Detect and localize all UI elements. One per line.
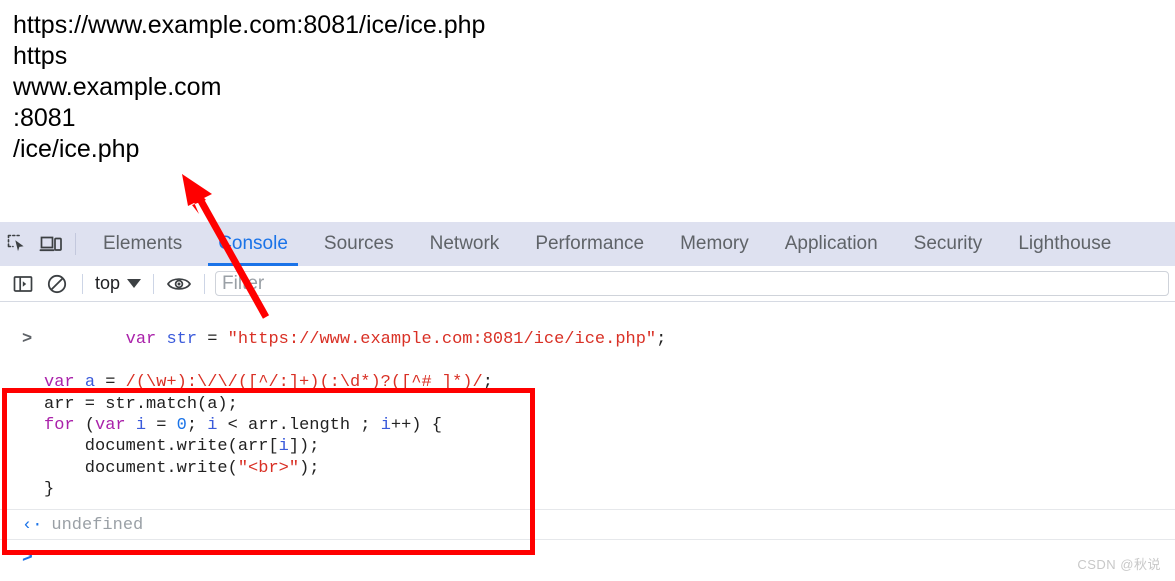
code-token: document.write(: [44, 458, 238, 478]
filter-input[interactable]: [215, 271, 1169, 296]
inspect-element-icon[interactable]: [0, 227, 34, 261]
tab-console[interactable]: Console: [200, 222, 306, 266]
code-token: =: [197, 330, 228, 350]
tab-lighthouse[interactable]: Lighthouse: [1000, 222, 1129, 266]
code-token: var: [44, 373, 85, 393]
console-prompt-caret: >: [22, 330, 33, 350]
tab-label: Network: [429, 233, 500, 254]
toolbar-divider: [82, 273, 83, 294]
console-messages-area: > var str = "https://www.example.com:8081…: [0, 302, 1175, 581]
code-segment: }: [44, 480, 54, 499]
output-line: :8081: [13, 104, 76, 132]
console-toolbar: top: [0, 266, 1175, 302]
code-segment: for (var i = 0; i < arr.length ; i++) {: [44, 416, 442, 435]
tabstrip-divider: [75, 233, 76, 255]
code-segment: var a = /(\w+):\/\/([^/:]+)(:\d*)?([^# ]…: [44, 373, 493, 392]
code-token: str.match(a);: [105, 394, 238, 414]
device-toolbar-icon[interactable]: [34, 227, 68, 261]
tab-label: Performance: [535, 233, 645, 254]
code-segment: document.write(arr[i]);: [44, 437, 320, 457]
console-input-echo[interactable]: > var str = "https://www.example.com:8081…: [0, 302, 1175, 510]
code-token: i: [278, 437, 289, 457]
code-token: ;: [482, 373, 493, 393]
code-token: }: [44, 480, 55, 500]
code-token: =: [74, 394, 106, 414]
toolbar-divider: [153, 273, 155, 294]
output-line: https: [13, 42, 68, 70]
watermark: CSDN @秋说: [1077, 557, 1161, 572]
console-sidebar-icon[interactable]: [6, 267, 40, 301]
code-token: 0: [176, 416, 187, 436]
code-line: document.write(arr[i]);: [0, 436, 1175, 457]
tab-application[interactable]: Application: [767, 222, 896, 266]
code-line: var a = /(\w+):\/\/([^/:]+)(:\d*)?([^# ]…: [0, 372, 1175, 393]
code-segment: arr = str.match(a);: [44, 395, 238, 414]
code-token: a: [84, 373, 96, 393]
code-segment: document.write("<br>");: [44, 458, 320, 478]
code-line: document.write("<br>");: [0, 458, 1175, 479]
code-segment: var str = "https://www.example.com:8081/…: [126, 330, 667, 349]
tab-label: Security: [913, 233, 983, 254]
code-token: ;: [186, 416, 208, 436]
code-token: i: [207, 416, 218, 436]
code-token: document.write(arr[: [44, 437, 279, 457]
code-token: var: [125, 330, 167, 350]
code-token: < arr.length ;: [217, 416, 381, 436]
code-token: arr: [44, 394, 75, 414]
tab-label: Console: [218, 233, 288, 254]
tab-memory[interactable]: Memory: [662, 222, 767, 266]
execution-context-dropdown[interactable]: top: [91, 273, 145, 294]
devtools-tabstrip: Elements Console Sources Network Perform…: [0, 222, 1175, 266]
code-token: i: [380, 416, 391, 436]
code-token: =: [95, 373, 126, 393]
tab-label: Memory: [680, 233, 749, 254]
console-prompt-row[interactable]: >: [0, 540, 1175, 568]
code-token: "https://www.example.com:8081/ice/ice.ph…: [227, 330, 657, 350]
tab-elements[interactable]: Elements: [85, 222, 200, 266]
page-output-area: https://www.example.com:8081/ice/ice.php…: [0, 0, 1175, 222]
clear-console-icon[interactable]: [40, 267, 74, 301]
output-line: https://www.example.com:8081/ice/ice.php: [13, 11, 486, 39]
devtools-panel: Elements Console Sources Network Perform…: [0, 222, 1175, 581]
live-expression-eye-icon[interactable]: [162, 267, 196, 301]
code-line: > var str = "https://www.example.com:8081…: [0, 308, 1175, 372]
code-token: "<br>": [237, 458, 300, 478]
code-token: ++) {: [390, 416, 442, 436]
console-result-row: ‹· undefined: [0, 510, 1175, 540]
code-token: =: [146, 416, 177, 436]
code-token: i: [135, 416, 147, 436]
tab-label: Elements: [103, 233, 183, 254]
code-line: arr = str.match(a);: [0, 394, 1175, 415]
code-token: ;: [656, 330, 667, 350]
console-prompt-caret: >: [22, 547, 33, 568]
toolbar-divider: [204, 273, 206, 294]
code-token: ]);: [288, 437, 320, 457]
tab-security[interactable]: Security: [896, 222, 1001, 266]
code-token: /(\w+):\/\/([^/:]+)(:\d*)?([^# ]*)/: [125, 373, 483, 393]
code-token: var: [95, 416, 136, 436]
tab-sources[interactable]: Sources: [306, 222, 412, 266]
tab-performance[interactable]: Performance: [517, 222, 662, 266]
output-line: www.example.com: [13, 73, 222, 101]
chevron-down-icon: [127, 279, 142, 288]
code-line: for (var i = 0; i < arr.length ; i++) {: [0, 415, 1175, 436]
tab-label: Sources: [323, 233, 394, 254]
tab-label: Lighthouse: [1018, 233, 1112, 254]
code-token: );: [299, 458, 320, 478]
tab-network[interactable]: Network: [412, 222, 518, 266]
console-result-value: undefined: [51, 515, 144, 535]
execution-context-value: top: [95, 273, 121, 293]
output-line: /ice/ice.php: [13, 135, 140, 163]
return-arrow-icon: ‹·: [22, 515, 43, 535]
code-token: str: [166, 330, 198, 350]
code-token: for: [44, 416, 85, 436]
code-token: (: [84, 416, 96, 436]
tab-label: Application: [784, 233, 878, 254]
code-line: }: [0, 479, 1175, 500]
